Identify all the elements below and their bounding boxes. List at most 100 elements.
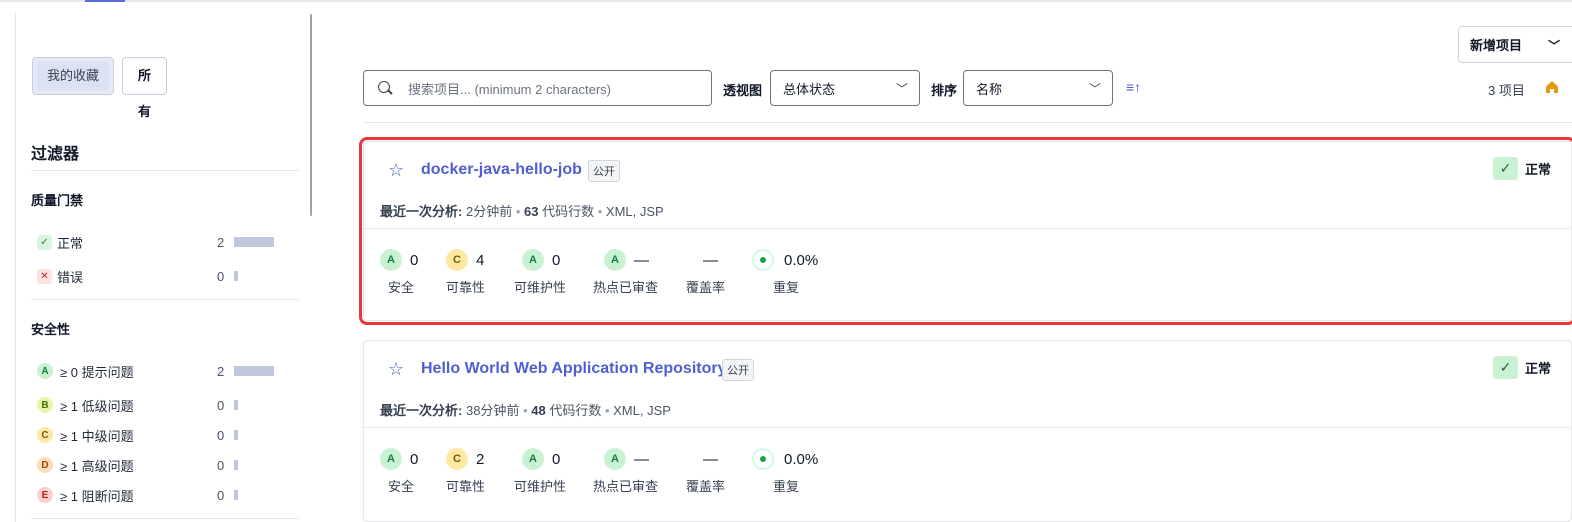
facet-bar <box>234 490 238 500</box>
metric-hotspots[interactable]: A — 热点已审查 <box>593 249 658 296</box>
metric-value: — <box>634 251 649 269</box>
search-input[interactable]: 搜索项目... (minimum 2 characters) <box>363 70 712 106</box>
star-icon[interactable]: ☆ <box>388 359 404 380</box>
filter-label: 正常 <box>57 235 84 251</box>
metric-hotspots[interactable]: A — 热点已审查 <box>593 448 658 495</box>
metric-value: 2 <box>476 450 485 468</box>
metric-coverage[interactable]: — 覆盖率 <box>686 448 725 495</box>
perspective-value: 总体状态 <box>783 81 836 97</box>
loc-label: 代码行数 <box>549 403 602 418</box>
grade-badge: E <box>37 487 53 503</box>
new-project-button[interactable]: 新增项目 ﹀ <box>1458 26 1572 63</box>
quality-gate-status: ✓ 正常 <box>1493 356 1551 379</box>
meta-label: 最近一次分析: <box>380 204 463 219</box>
sort-select[interactable]: 名称 ﹀ <box>963 70 1113 106</box>
active-tab-indicator <box>85 0 125 2</box>
meta-time: 2分钟前 <box>465 204 513 219</box>
filter-label: ≥ 1 阻断问题 <box>60 488 134 504</box>
filter-security-d[interactable]: D ≥ 1 高级问题 0 <box>37 455 277 475</box>
filter-security-a[interactable]: A ≥ 0 提示问题 2 <box>37 361 277 381</box>
status-label: 正常 <box>1525 162 1552 177</box>
metric-caption: 可维护性 <box>514 280 567 295</box>
project-title[interactable]: Hello World Web Application Repository <box>421 360 727 378</box>
metric-coverage[interactable]: — 覆盖率 <box>686 249 725 296</box>
filter-label: 错误 <box>57 269 84 285</box>
metric-value: 0 <box>410 450 419 468</box>
check-icon: ✓ <box>1493 356 1518 379</box>
sort-direction-icon[interactable]: ≡↑ <box>1126 79 1141 95</box>
new-project-label: 新增项目 <box>1470 38 1523 53</box>
facet-bar <box>234 400 238 410</box>
filter-quality-gate-ok[interactable]: ✓ 正常 2 <box>37 232 277 252</box>
top-nav-underline <box>0 0 1572 2</box>
project-count: 3 项目 <box>1488 83 1525 98</box>
languages: XML, JSP <box>605 204 664 219</box>
metric-caption: 覆盖率 <box>686 479 726 494</box>
facet-bar <box>234 460 238 470</box>
project-title[interactable]: docker-java-hello-job <box>421 161 582 179</box>
filter-count: 0 <box>217 397 225 413</box>
home-icon[interactable] <box>1545 80 1559 94</box>
sidebar-scrollbar[interactable] <box>310 14 312 216</box>
metric-security[interactable]: A0 安全 <box>380 448 418 495</box>
x-icon: ✕ <box>37 268 52 284</box>
grade-badge: C <box>446 249 468 271</box>
metric-value: 0.0% <box>784 450 819 468</box>
metric-caption: 热点已审查 <box>593 479 659 494</box>
analysis-meta: 最近一次分析: 2分钟前 • 63 代码行数 • XML, JSP <box>380 204 664 219</box>
perspective-label: 透视图 <box>723 83 763 98</box>
metric-value: 0 <box>410 251 419 269</box>
filter-label: ≥ 1 低级问题 <box>60 398 134 414</box>
check-icon: ✓ <box>37 234 52 250</box>
check-icon: ✓ <box>1493 157 1518 180</box>
perspective-select[interactable]: 总体状态 ﹀ <box>770 70 920 106</box>
metric-reliability[interactable]: C4 可靠性 <box>446 249 485 296</box>
metric-reliability[interactable]: C2 可靠性 <box>446 448 485 495</box>
status-label: 正常 <box>1525 361 1552 376</box>
loc-value: 48 <box>531 403 546 418</box>
divider <box>364 427 1571 428</box>
metric-maintainability[interactable]: A0 可维护性 <box>514 448 566 495</box>
filter-count: 0 <box>217 427 225 443</box>
chevron-down-icon: ﹀ <box>895 82 908 96</box>
star-icon[interactable]: ☆ <box>388 160 404 181</box>
grade-badge: A <box>380 448 402 470</box>
grade-badge: C <box>37 427 53 443</box>
metric-caption: 可靠性 <box>446 479 486 494</box>
filter-count: 0 <box>217 457 225 473</box>
filter-sidebar: 我的收藏 所有 过滤器 质量门禁 ✓ 正常 2 ✕ 错误 0 安全性 A ≥ 0… <box>15 12 315 522</box>
project-card: ☆ docker-java-hello-job 公开 ✓ 正常 最近一次分析: … <box>359 137 1572 325</box>
metric-caption: 热点已审查 <box>593 280 659 295</box>
loc-value: 63 <box>524 204 539 219</box>
duplication-icon <box>752 448 774 470</box>
filter-count: 2 <box>217 234 225 250</box>
divider <box>31 299 299 300</box>
metric-maintainability[interactable]: A0 可维护性 <box>514 249 566 296</box>
divider <box>363 122 1572 123</box>
favorites-button[interactable]: 我的收藏 <box>37 62 110 90</box>
metric-duplications[interactable]: 0.0% 重复 <box>752 448 818 495</box>
visibility-badge: 公开 <box>588 160 620 182</box>
metric-caption: 覆盖率 <box>686 280 726 295</box>
metric-duplications[interactable]: 0.0% 重复 <box>752 249 818 296</box>
facet-bar <box>234 237 274 247</box>
divider <box>364 228 1571 229</box>
metric-value: — <box>634 450 649 468</box>
divider <box>31 170 299 171</box>
filter-security-e[interactable]: E ≥ 1 阻断问题 0 <box>37 485 277 505</box>
filter-security-b[interactable]: B ≥ 1 低级问题 0 <box>37 395 277 415</box>
metric-security[interactable]: A0 安全 <box>380 249 418 296</box>
facet-bar <box>234 430 238 440</box>
metric-value: 0 <box>552 251 561 269</box>
grade-badge: D <box>37 457 53 473</box>
favorites-all-toggle: 我的收藏 所有 <box>32 57 168 119</box>
search-icon <box>378 81 392 95</box>
chevron-down-icon: ﹀ <box>1548 39 1561 53</box>
grade-badge: A <box>522 448 544 470</box>
grade-badge: C <box>446 448 468 470</box>
filter-quality-gate-error[interactable]: ✕ 错误 0 <box>37 266 277 286</box>
grade-badge: A <box>37 363 53 379</box>
filter-security-c[interactable]: C ≥ 1 中级问题 0 <box>37 425 277 445</box>
metric-caption: 可靠性 <box>446 280 486 295</box>
all-button[interactable]: 所有 <box>122 57 168 119</box>
